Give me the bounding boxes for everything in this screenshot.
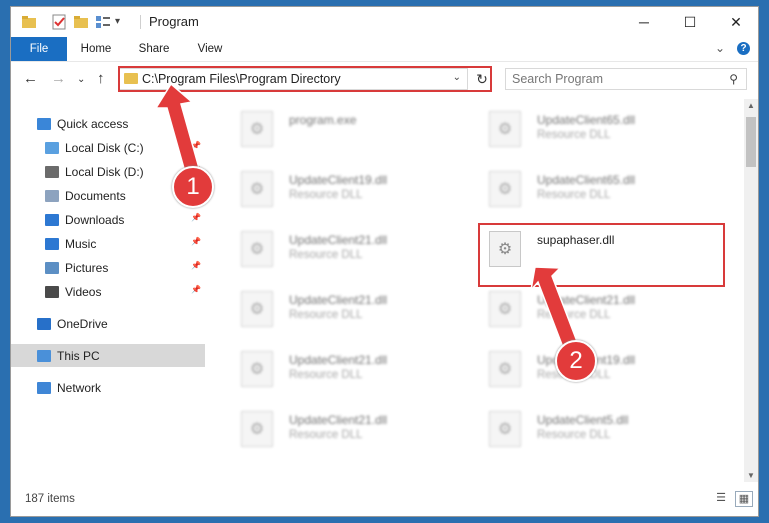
arrow-2: [529, 266, 579, 351]
step-badge-1: 1: [172, 166, 214, 208]
arrow-1: [154, 82, 200, 173]
annotation-arrows: [154, 82, 579, 351]
step-badge-2: 2: [555, 340, 597, 382]
